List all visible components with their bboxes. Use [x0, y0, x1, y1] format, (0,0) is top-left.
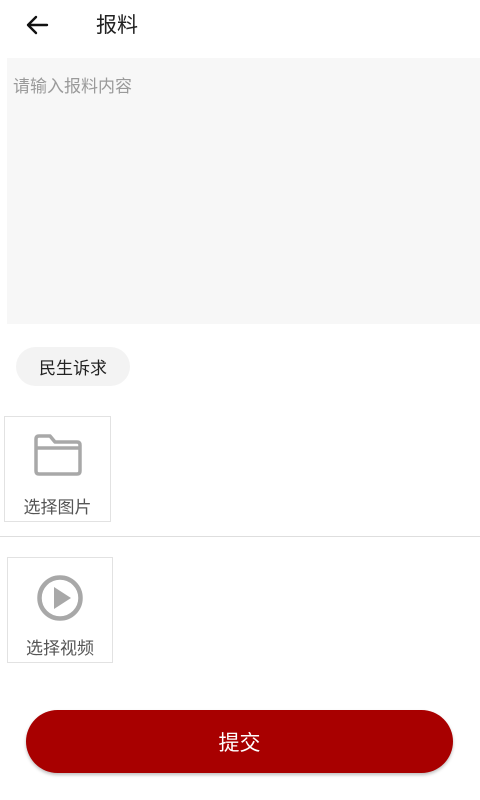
header-bar: 报料 [0, 0, 480, 50]
arrow-left-icon [26, 15, 49, 35]
page-title: 报料 [96, 13, 138, 37]
select-video-button[interactable]: 选择视频 [7, 557, 113, 663]
select-image-button[interactable]: 选择图片 [4, 416, 111, 522]
content-input[interactable] [7, 58, 480, 324]
category-tag[interactable]: 民生诉求 [16, 347, 130, 386]
folder-icon [33, 434, 82, 476]
select-image-label: 选择图片 [23, 498, 92, 518]
divider [0, 536, 480, 537]
select-video-label: 选择视频 [26, 639, 94, 659]
submit-button[interactable]: 提交 [26, 710, 453, 773]
category-label: 民生诉求 [39, 359, 107, 379]
back-button[interactable] [20, 8, 54, 42]
play-circle-icon [37, 575, 83, 621]
